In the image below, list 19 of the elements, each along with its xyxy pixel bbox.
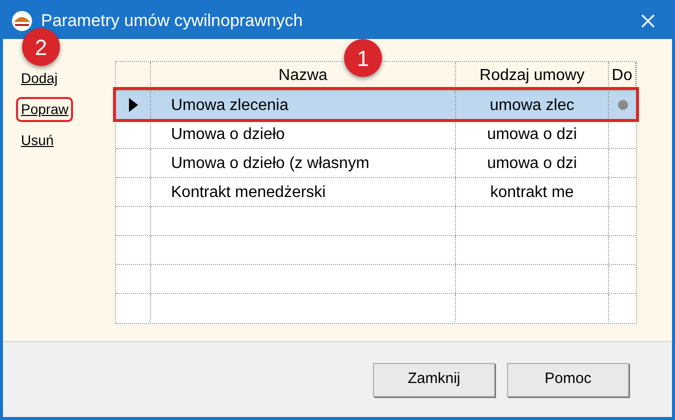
app-logo-icon (11, 10, 33, 32)
close-icon[interactable] (640, 13, 656, 29)
table-cell: Umowa o dzieło (z własnym (171, 155, 370, 172)
table-cell: Umowa o dzieło (171, 126, 285, 143)
table-cell: Umowa zlecenia (171, 97, 288, 114)
table-row[interactable]: Umowa o dzieło (z własnym umowa o dzi (116, 148, 636, 177)
table-cell: Kontrakt menedżerski (171, 184, 326, 201)
action-link[interactable]: Usuń (16, 128, 59, 153)
table-row[interactable]: Umowa zlecenia umowa zlec (116, 90, 636, 119)
table-cell: kontrakt me (490, 184, 574, 201)
table-cell: umowa o dzi (487, 155, 577, 172)
row-pointer-icon (128, 98, 138, 112)
dialog-button[interactable]: Zamknij (373, 362, 495, 396)
table-row[interactable]: Umowa o dzieło umowa o dzi (116, 119, 636, 148)
table-cell: umowa o dzi (487, 126, 577, 143)
action-link[interactable]: Dodaj (16, 66, 63, 91)
dialog-button[interactable]: Pomoc (507, 362, 629, 396)
action-link[interactable]: Popraw (16, 97, 74, 122)
table-cell: umowa zlec (490, 97, 574, 114)
